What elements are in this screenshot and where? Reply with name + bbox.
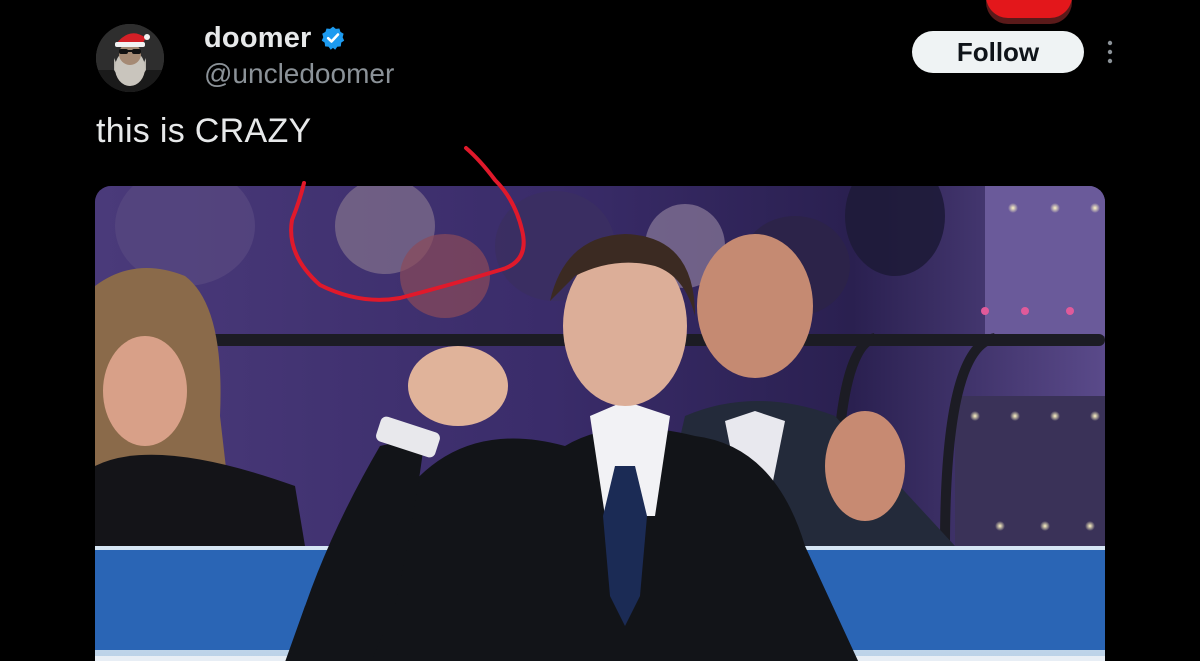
event-photo <box>95 186 1105 661</box>
bearded-man-avatar-icon <box>96 24 164 92</box>
display-name[interactable]: doomer <box>204 22 312 55</box>
avatar[interactable] <box>96 24 164 92</box>
user-names: doomer @uncledoomer <box>204 20 394 90</box>
display-name-row: doomer <box>204 20 394 56</box>
tweet-text: this is CRAZY <box>96 112 312 150</box>
verified-badge-icon <box>321 26 344 50</box>
tweet-header: doomer @uncledoomer Follow <box>0 0 1200 110</box>
more-vertical-icon[interactable] <box>1103 38 1117 66</box>
user-handle[interactable]: @uncledoomer <box>204 58 394 90</box>
tweet-media-photo[interactable] <box>95 186 1105 661</box>
follow-button[interactable]: Follow <box>912 31 1084 73</box>
